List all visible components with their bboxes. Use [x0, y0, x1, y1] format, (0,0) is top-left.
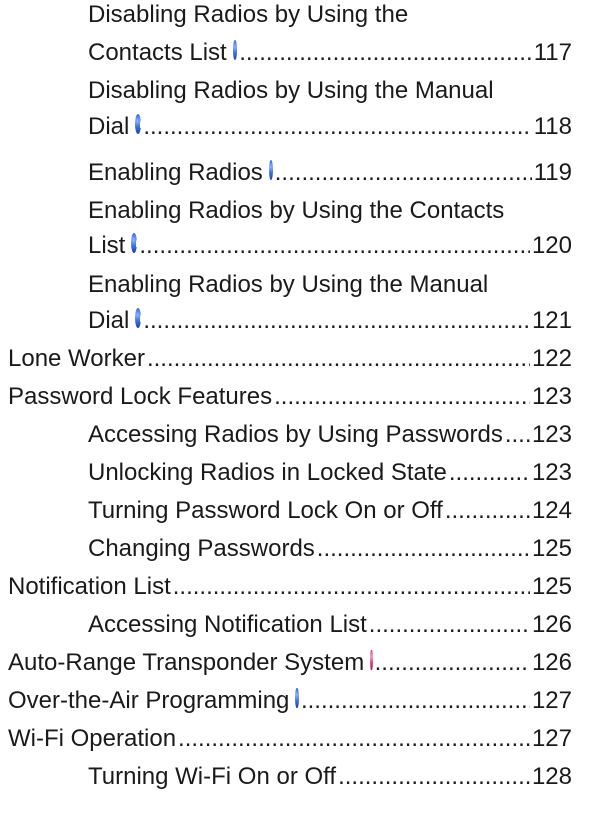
toc-entry-title: Contacts List	[88, 39, 227, 66]
page-number: 118	[533, 113, 572, 140]
toc-entry-title: Auto-Range Transponder System	[8, 649, 365, 676]
toc-entry[interactable]: List 120	[88, 231, 572, 261]
toc-entry-title: Accessing Radios by Using Passwords	[88, 421, 503, 448]
page-number: 126	[531, 649, 572, 676]
toc-entry-title: Dial	[88, 307, 130, 334]
toc-entry[interactable]: Accessing Notification List 126	[88, 610, 572, 640]
leader-dots	[143, 112, 531, 142]
toc-entry-title: Disabling Radios by Using the Manual	[88, 77, 494, 104]
leader-dots	[505, 420, 530, 450]
leader-dots	[147, 344, 530, 374]
ars-icon	[370, 650, 389, 670]
page-number: 127	[531, 687, 572, 714]
dmr-icon	[135, 308, 151, 328]
dmr-icon	[135, 114, 151, 134]
leader-dots	[143, 306, 530, 336]
leader-dots	[445, 496, 530, 526]
table-of-contents: Disabling Radios by Using the Contacts L…	[0, 0, 594, 824]
page-number: 125	[531, 573, 572, 600]
page-number: 124	[531, 497, 572, 524]
page-number: 127	[531, 725, 572, 752]
toc-entry-line: Enabling Radios by Using the Manual	[88, 270, 488, 300]
toc-entry-title: Disabling Radios by Using the	[88, 1, 409, 28]
page-number: 122	[531, 345, 572, 372]
leader-dots	[317, 534, 530, 564]
leader-dots	[178, 724, 530, 754]
leader-dots	[173, 572, 530, 602]
toc-entry[interactable]: Wi-Fi Operation 127	[8, 724, 572, 754]
toc-entry[interactable]: Notification List 125	[8, 572, 572, 602]
leader-dots	[369, 610, 530, 640]
toc-entry[interactable]: Unlocking Radios in Locked State 123	[88, 458, 572, 488]
page-number: 120	[531, 232, 572, 259]
toc-entry-title: Enabling Radios by Using the Contacts	[88, 197, 505, 224]
toc-entry[interactable]: Turning Password Lock On or Off 124	[88, 496, 572, 526]
toc-entry-title: Password Lock Features	[8, 383, 273, 410]
toc-entry-title: Unlocking Radios in Locked State	[88, 459, 447, 486]
dmr-icon	[131, 233, 147, 253]
page-number: 121	[531, 307, 572, 334]
toc-entry-title: Changing Passwords	[88, 535, 315, 562]
toc-entry[interactable]: Enabling Radios 119	[88, 158, 572, 188]
toc-entry[interactable]: Password Lock Features 123	[8, 382, 572, 412]
toc-entry-title: Wi-Fi Operation	[8, 725, 177, 752]
toc-entry-line: Enabling Radios by Using the Contacts	[88, 196, 504, 226]
page-number: 123	[531, 459, 572, 486]
toc-entry-title: Accessing Notification List	[88, 611, 367, 638]
toc-entry-title: Dial	[88, 113, 130, 140]
toc-entry[interactable]: Contacts List 117	[88, 38, 572, 68]
toc-entry-line: Disabling Radios by Using the	[88, 0, 408, 30]
leader-dots	[139, 231, 530, 261]
page-number: 117	[533, 39, 572, 66]
toc-entry-title: Turning Wi-Fi On or Off	[88, 763, 337, 790]
toc-entry-title: Over-the-Air Programming	[8, 687, 290, 714]
toc-entry[interactable]: Changing Passwords 125	[88, 534, 572, 564]
leader-dots	[449, 458, 530, 488]
toc-entry[interactable]: Lone Worker 122	[8, 344, 572, 374]
page-number: 119	[533, 159, 572, 186]
toc-entry[interactable]: Turning Wi-Fi On or Off 128	[88, 762, 572, 792]
toc-entry[interactable]: Dial 118	[88, 112, 572, 142]
toc-entry-title: Enabling Radios	[88, 159, 263, 186]
leader-dots	[275, 158, 532, 188]
toc-entry-line: Disabling Radios by Using the Manual	[88, 76, 494, 106]
leader-dots	[375, 648, 530, 678]
toc-entry-title: Enabling Radios by Using the Manual	[88, 271, 489, 298]
leader-dots	[239, 38, 531, 68]
toc-entry-title: List	[88, 232, 126, 259]
dmr-icon	[295, 688, 309, 708]
page-number: 128	[531, 763, 572, 790]
toc-entry[interactable]: Over-the-Air Programming 127	[8, 686, 572, 716]
dmr-icon	[232, 40, 247, 60]
leader-dots	[301, 686, 530, 716]
leader-dots	[274, 382, 530, 412]
dmr-icon	[268, 160, 284, 180]
toc-entry-title: Lone Worker	[8, 345, 145, 372]
page-number: 126	[531, 611, 572, 638]
toc-entry[interactable]: Accessing Radios by Using Passwords 123	[88, 420, 572, 450]
toc-entry-title: Notification List	[8, 573, 171, 600]
page-number: 123	[531, 421, 572, 448]
toc-entry[interactable]: Dial 121	[88, 306, 572, 336]
page-number: 123	[531, 383, 572, 410]
leader-dots	[338, 762, 530, 792]
toc-entry[interactable]: Auto-Range Transponder System 126	[8, 648, 572, 678]
toc-entry-title: Turning Password Lock On or Off	[88, 497, 443, 524]
page-number: 125	[531, 535, 572, 562]
